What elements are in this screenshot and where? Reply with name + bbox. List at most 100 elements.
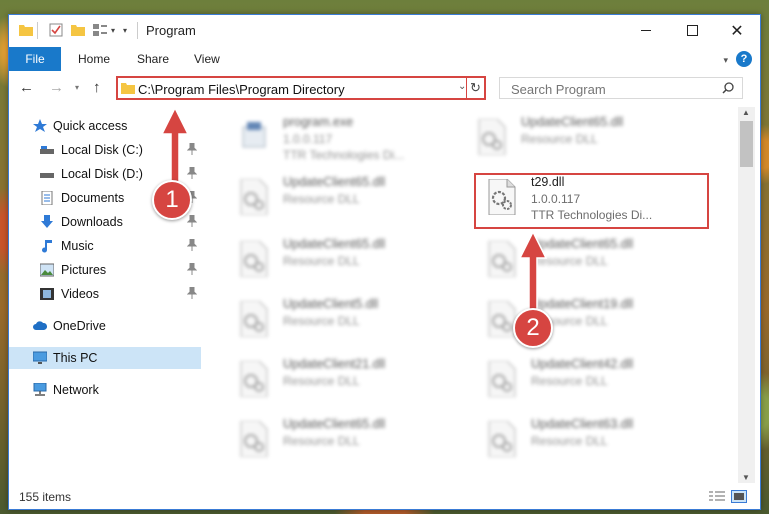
- file-item[interactable]: UpdateClient65.dll Resource DLL: [219, 235, 449, 291]
- properties-icon[interactable]: [49, 23, 63, 37]
- dll-file-icon: [488, 421, 516, 457]
- file-name: UpdateClient42.dll: [531, 357, 634, 371]
- expand-ribbon-icon[interactable]: ▾: [723, 55, 728, 66]
- sidebar-item-videos[interactable]: Videos: [9, 283, 201, 305]
- file-item[interactable]: UpdateClient65.dll Resource DLL: [219, 415, 449, 471]
- file-type: Resource DLL: [531, 434, 608, 448]
- file-item[interactable]: UpdateClient21.dll Resource DLL: [219, 355, 449, 411]
- file-name: UpdateClient65.dll: [283, 417, 386, 431]
- details-view-icon[interactable]: [709, 491, 725, 503]
- sidebar-item-pictures[interactable]: Pictures: [9, 259, 201, 281]
- chevron-down-icon[interactable]: ▾: [111, 26, 115, 35]
- sidebar-item-label: Network: [53, 383, 99, 397]
- sidebar-item-label: Music: [61, 239, 94, 253]
- view-options-icon[interactable]: [93, 23, 107, 37]
- tab-home[interactable]: Home: [78, 47, 110, 71]
- forward-button[interactable]: →: [49, 79, 67, 97]
- search-box: [499, 77, 743, 99]
- minimize-icon: [641, 30, 651, 31]
- maximize-icon: [686, 25, 698, 36]
- scroll-thumb[interactable]: [740, 121, 753, 167]
- divider: [37, 22, 38, 39]
- file-item[interactable]: UpdateClient63.dll Resource DLL: [467, 415, 697, 471]
- file-company: TTR Technologies Di...: [283, 148, 405, 162]
- file-type: Resource DLL: [521, 132, 598, 146]
- address-bar[interactable]: C:\Program Files\Program Directory ⌄ ↻: [116, 76, 486, 100]
- address-path: C:\Program Files\Program Directory: [138, 82, 345, 97]
- file-item[interactable]: program.exe 1.0.0.117 TTR Technologies D…: [219, 113, 449, 169]
- divider: [137, 22, 138, 39]
- file-item[interactable]: UpdateClient19.dll Resource DLL: [467, 295, 697, 351]
- sidebar-item-label: This PC: [53, 351, 98, 365]
- close-button[interactable]: ✕: [714, 15, 760, 46]
- music-icon: [42, 240, 52, 253]
- sidebar-item-label: Documents: [61, 191, 125, 205]
- scroll-down-icon[interactable]: ▼: [742, 473, 750, 482]
- file-item[interactable]: UpdateClient65.dll Resource DLL: [457, 113, 687, 169]
- recent-locations-icon[interactable]: ▾: [75, 83, 93, 101]
- pin-icon: [187, 215, 197, 227]
- sidebar-item-label: Local Disk (D:): [61, 167, 143, 181]
- annotation-arrow-1: [160, 106, 190, 190]
- file-type: Resource DLL: [283, 374, 360, 388]
- file-item[interactable]: UpdateClient42.dll Resource DLL: [467, 355, 697, 411]
- search-icon[interactable]: [722, 82, 734, 94]
- sidebar-item-onedrive[interactable]: OneDrive: [9, 315, 201, 337]
- title-bar: ▾ ▾ Program ✕: [9, 15, 760, 47]
- window-title: Program: [146, 23, 196, 38]
- dll-file-icon: [240, 241, 268, 277]
- exe-file-icon: [242, 122, 266, 148]
- file-name: program.exe: [283, 115, 354, 129]
- file-name: UpdateClient21.dll: [283, 357, 386, 371]
- star-icon: [33, 119, 47, 132]
- file-item[interactable]: UpdateClient65.dll Resource DLL: [219, 173, 449, 229]
- file-name: UpdateClient5.dll: [283, 297, 379, 311]
- tab-file[interactable]: File: [9, 47, 61, 71]
- vertical-scrollbar[interactable]: ▲ ▼: [738, 107, 755, 483]
- sidebar-item-music[interactable]: Music: [9, 235, 201, 257]
- drive-icon: [40, 173, 54, 178]
- file-type: Resource DLL: [283, 192, 360, 206]
- sidebar-item-this-pc[interactable]: This PC: [9, 347, 201, 369]
- computer-icon: [33, 351, 47, 364]
- download-icon: [41, 215, 53, 228]
- tab-view[interactable]: View: [194, 47, 220, 71]
- search-input[interactable]: [509, 81, 713, 98]
- dll-file-icon: [240, 361, 268, 397]
- maximize-button[interactable]: [669, 15, 715, 46]
- dll-file-icon: [488, 361, 516, 397]
- file-list: program.exe 1.0.0.117 TTR Technologies D…: [209, 111, 737, 483]
- scroll-up-icon[interactable]: ▲: [742, 108, 750, 117]
- sidebar-item-label: Pictures: [61, 263, 107, 277]
- close-icon: ✕: [730, 22, 744, 40]
- file-type: Resource DLL: [283, 314, 360, 328]
- up-button[interactable]: ↑: [93, 79, 111, 97]
- pin-icon: [187, 263, 197, 275]
- file-item[interactable]: UpdateClient65.dll Resource DLL: [467, 235, 697, 291]
- dll-file-icon: [478, 119, 506, 155]
- sidebar-item-label: Local Disk (C:): [61, 143, 143, 157]
- refresh-icon[interactable]: ↻: [470, 80, 481, 96]
- dll-file-icon: [240, 301, 268, 337]
- pin-icon: [187, 287, 197, 299]
- tab-share[interactable]: Share: [137, 47, 169, 71]
- folder-icon: [19, 25, 33, 36]
- dll-file-icon: [240, 421, 268, 457]
- help-icon[interactable]: ?: [736, 51, 752, 67]
- navigation-bar: ← → ▾ ↑ C:\Program Files\Program Directo…: [9, 71, 760, 105]
- pin-icon: [187, 239, 197, 251]
- divider: [466, 78, 467, 98]
- pictures-icon: [40, 263, 54, 277]
- annotation-badge-2: 2: [513, 308, 553, 348]
- large-icons-view-icon[interactable]: [731, 490, 747, 503]
- file-name: UpdateClient65.dll: [521, 115, 624, 129]
- customize-toolbar-icon[interactable]: ▾: [123, 26, 127, 35]
- new-folder-icon[interactable]: [71, 23, 85, 37]
- sidebar-item-network[interactable]: Network: [9, 379, 201, 401]
- minimize-button[interactable]: [623, 15, 669, 46]
- file-name: UpdateClient65.dll: [283, 175, 386, 189]
- file-item[interactable]: UpdateClient5.dll Resource DLL: [219, 295, 449, 351]
- drive-icon: [40, 146, 54, 154]
- cloud-icon: [33, 321, 47, 330]
- back-button[interactable]: ←: [19, 79, 37, 97]
